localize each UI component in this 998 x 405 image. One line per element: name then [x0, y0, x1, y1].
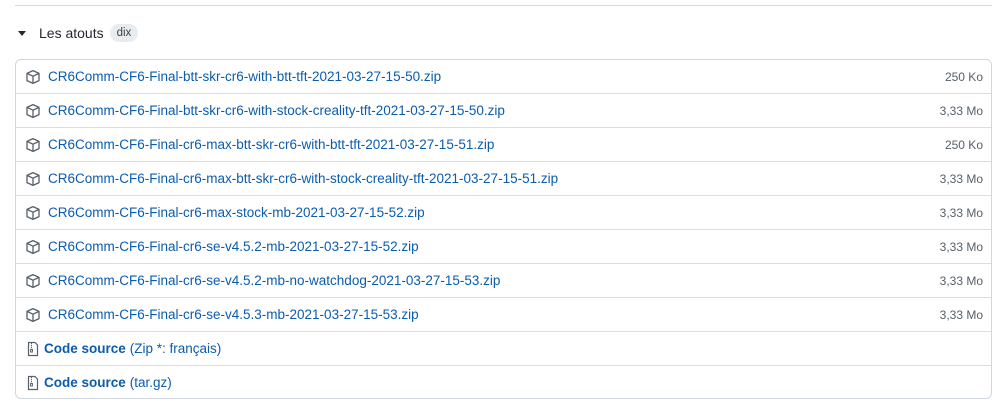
asset-row: CR6Comm-CF6-Final-cr6-se-v4.5.3-mb-2021-…	[16, 297, 991, 331]
asset-row: CR6Comm-CF6-Final-cr6-se-v4.5.2-mb-2021-…	[16, 229, 991, 263]
source-code-targz-link[interactable]: Code source (tar.gz)	[44, 375, 172, 390]
asset-download-link[interactable]: CR6Comm-CF6-Final-cr6-se-v4.5.2-mb-no-wa…	[48, 273, 500, 288]
source-code-label: Code source	[44, 375, 126, 390]
asset-download-link[interactable]: CR6Comm-CF6-Final-cr6-max-btt-skr-cr6-wi…	[48, 137, 494, 152]
source-code-row: Code source (Zip *: français)	[16, 331, 991, 365]
source-code-zip-link[interactable]: Code source (Zip *: français)	[44, 341, 221, 356]
assets-toggle[interactable]: Les atouts dix	[15, 22, 139, 44]
asset-size: 3,33 Mo	[939, 103, 983, 118]
assets-title: Les atouts	[39, 25, 104, 41]
asset-size: 3,33 Mo	[939, 171, 983, 186]
asset-size: 3,33 Mo	[939, 273, 983, 288]
asset-row: CR6Comm-CF6-Final-cr6-max-stock-mb-2021-…	[16, 195, 991, 229]
source-code-row: Code source (tar.gz)	[16, 365, 991, 398]
package-icon	[25, 205, 41, 221]
asset-download-link[interactable]: CR6Comm-CF6-Final-cr6-se-v4.5.3-mb-2021-…	[48, 307, 419, 322]
package-icon	[25, 171, 41, 187]
asset-row: CR6Comm-CF6-Final-btt-skr-cr6-with-stock…	[16, 93, 991, 127]
source-code-label: Code source	[44, 341, 126, 356]
asset-size: 3,33 Mo	[939, 239, 983, 254]
asset-download-link[interactable]: CR6Comm-CF6-Final-cr6-max-btt-skr-cr6-wi…	[48, 171, 558, 186]
asset-download-link[interactable]: CR6Comm-CF6-Final-cr6-se-v4.5.2-mb-2021-…	[48, 239, 419, 254]
asset-row: CR6Comm-CF6-Final-cr6-max-btt-skr-cr6-wi…	[16, 161, 991, 195]
package-icon	[25, 273, 41, 289]
package-icon	[25, 307, 41, 323]
assets-count-badge: dix	[109, 24, 139, 42]
asset-size: 3,33 Mo	[939, 205, 983, 220]
asset-download-link[interactable]: CR6Comm-CF6-Final-cr6-max-stock-mb-2021-…	[48, 205, 425, 220]
asset-row: CR6Comm-CF6-Final-cr6-max-btt-skr-cr6-wi…	[16, 127, 991, 161]
package-icon	[25, 137, 41, 153]
asset-row: CR6Comm-CF6-Final-btt-skr-cr6-with-btt-t…	[16, 60, 991, 93]
asset-size: 250 Ko	[944, 69, 983, 84]
package-icon	[25, 69, 41, 85]
assets-list: CR6Comm-CF6-Final-btt-skr-cr6-with-btt-t…	[15, 59, 992, 399]
asset-download-link[interactable]: CR6Comm-CF6-Final-btt-skr-cr6-with-btt-t…	[48, 69, 441, 84]
file-zip-icon	[25, 341, 41, 357]
source-code-format: (Zip *: français)	[129, 341, 222, 356]
asset-row: CR6Comm-CF6-Final-cr6-se-v4.5.2-mb-no-wa…	[16, 263, 991, 297]
section-divider	[15, 5, 992, 6]
package-icon	[25, 103, 41, 119]
asset-size: 3,33 Mo	[939, 307, 983, 322]
file-zip-icon	[25, 375, 41, 391]
source-code-format: (tar.gz)	[129, 375, 172, 390]
package-icon	[25, 239, 41, 255]
asset-size: 250 Ko	[944, 137, 983, 152]
triangle-down-icon	[18, 31, 26, 36]
asset-download-link[interactable]: CR6Comm-CF6-Final-btt-skr-cr6-with-stock…	[48, 103, 505, 118]
